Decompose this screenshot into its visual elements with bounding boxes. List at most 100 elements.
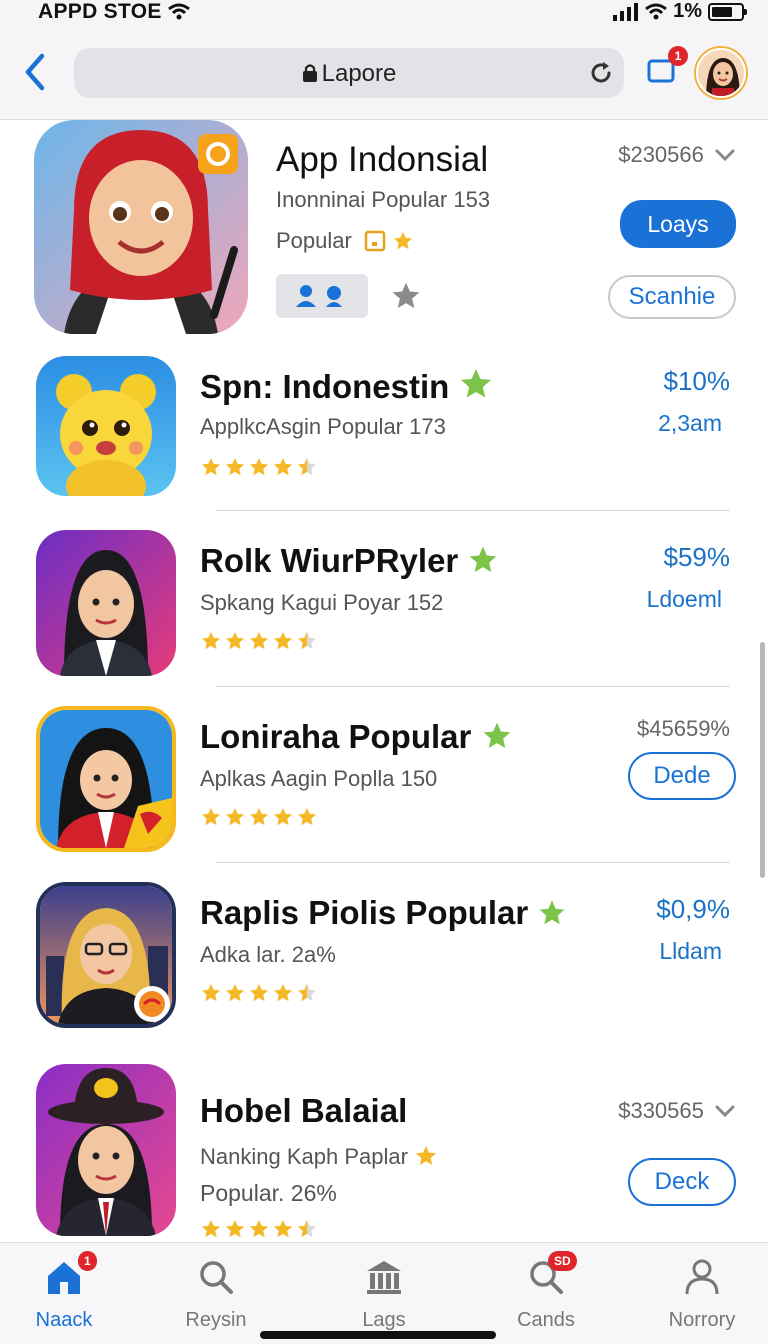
list-item[interactable]: Spn: Indonestin ApplkcAsgin Popular 173 … [0,356,768,502]
app-meta: Ldoeml [646,586,722,612]
star-icon [225,631,245,650]
star-icon [201,631,221,650]
divider [216,510,730,511]
app-icon[interactable] [36,706,176,852]
star-icon [201,983,221,1002]
app-price: $10% [663,366,731,396]
app-icon[interactable] [36,356,176,496]
app-title: Hobel Balaial [200,1092,408,1129]
tab-profile[interactable]: Norrory [642,1257,762,1332]
list-item[interactable]: Raplis Piolis Popular Adka lar. 2a% $0,9… [0,882,768,1028]
chevron-down-icon[interactable] [714,148,736,162]
app-action-button[interactable]: Dede [628,752,736,800]
star-icon [416,1146,437,1165]
tab-lags[interactable]: Lags [324,1257,444,1332]
tab-label: Norrory [668,1309,736,1331]
star-icon [201,457,221,476]
star-icon [249,457,269,476]
building-icon [367,1261,401,1294]
status-right: 1% [613,0,747,23]
app-price-text: $330565 [618,1098,704,1123]
notification-badge: 1 [668,46,688,66]
green-star-icon [539,900,565,925]
url-bar[interactable]: Lapore [74,48,624,98]
app-title-text: Rolk WiurPRyler [200,542,459,579]
star-icon [201,1219,221,1238]
star-icon [273,807,293,826]
wifi-icon [645,3,668,19]
battery-percent: 1% [673,0,702,22]
tab-cands[interactable]: SD Cands [486,1251,606,1332]
rating-stars [200,806,318,828]
app-title-text: Spn: Indonestin [200,368,450,405]
tab-badge: SD [548,1251,577,1271]
tab-icon-wrap: 1 [4,1251,124,1297]
list-item[interactable]: Rolk WiurPRyler Spkang Kagui Poyar 152 $… [0,530,768,676]
home-indicator[interactable] [260,1331,496,1339]
scrollbar[interactable] [760,642,765,878]
app-title: Spn: Indonestin [200,366,494,406]
favorite-star-icon[interactable] [390,280,422,312]
rating-stars [200,456,318,478]
star-icon [201,807,221,826]
get-button[interactable]: Loays [620,200,736,248]
status-bar: APPD STOE 1% [0,0,768,28]
app-list: App Indonsial Inonninai Popular 153 Popu… [0,120,768,1242]
tab-icon-wrap [324,1257,444,1297]
star-icon [249,631,269,650]
list-item[interactable]: Hobel Balaial Nanking Kaph Paplar Popula… [0,1064,768,1240]
scan-button[interactable]: Scanhie [608,275,736,319]
star-icon [225,1219,245,1238]
url-text-wrap: Lapore [74,60,624,88]
avatar[interactable] [696,48,746,98]
divider [216,686,730,687]
app-action-button[interactable]: Deck [628,1158,736,1206]
app-icon[interactable] [36,882,176,1028]
app-price: $45659% [637,716,730,741]
star-icon [297,457,317,476]
app-title: Rolk WiurPRyler [200,542,499,580]
battery-icon [708,2,747,21]
signal-icon [613,2,639,21]
green-star-icon [461,369,492,398]
tab-bar: 1 Naack Reysin Lags SD Cands Norrory [0,1242,768,1344]
star-icon [297,807,317,826]
app-subtitle-text: Nanking Kaph Paplar [200,1144,408,1169]
notification-button[interactable]: 1 [646,46,688,88]
lock-icon [302,64,317,82]
app-tag-row: Popular [276,228,414,254]
app-icon[interactable] [36,1064,176,1236]
green-star-icon [470,546,497,572]
app-price: $0,9% [656,894,730,924]
chevron-down-icon[interactable] [714,1104,736,1118]
star-icon [225,983,245,1002]
star-icon [297,631,317,650]
reload-icon[interactable] [588,60,614,86]
rating-stars [200,1218,318,1240]
back-chevron-icon[interactable] [18,50,52,94]
app-tag: Popular [276,228,352,253]
app-subtitle: Aplkas Aagin Poplla 150 [200,766,438,791]
app-subtitle-secondary: Popular. 26% [200,1180,337,1206]
list-item[interactable]: Loniraha Popular Aplkas Aagin Poplla 150… [0,706,768,852]
search-icon [200,1261,233,1294]
wifi-icon [168,3,190,20]
list-item[interactable]: App Indonsial Inonninai Popular 153 Popu… [0,120,768,352]
app-title: Raplis Piolis Popular [200,894,567,932]
app-subtitle: ApplkcAsgin Popular 173 [200,414,446,439]
tab-home[interactable]: 1 Naack [4,1251,124,1332]
share-chip[interactable] [276,274,368,318]
star-icon [249,983,269,1002]
star-icon [273,457,293,476]
star-icon [273,1219,293,1238]
badge-square-icon [364,230,386,252]
app-title-text: Loniraha Popular [200,718,472,755]
star-icon [297,983,317,1002]
app-subtitle: Spkang Kagui Poyar 152 [200,590,444,615]
app-icon[interactable] [36,530,176,676]
app-icon[interactable] [34,120,248,334]
app-meta: Lldam [659,938,722,964]
tab-search[interactable]: Reysin [156,1257,276,1332]
star-icon [273,983,293,1002]
tab-label: Lags [362,1309,406,1331]
